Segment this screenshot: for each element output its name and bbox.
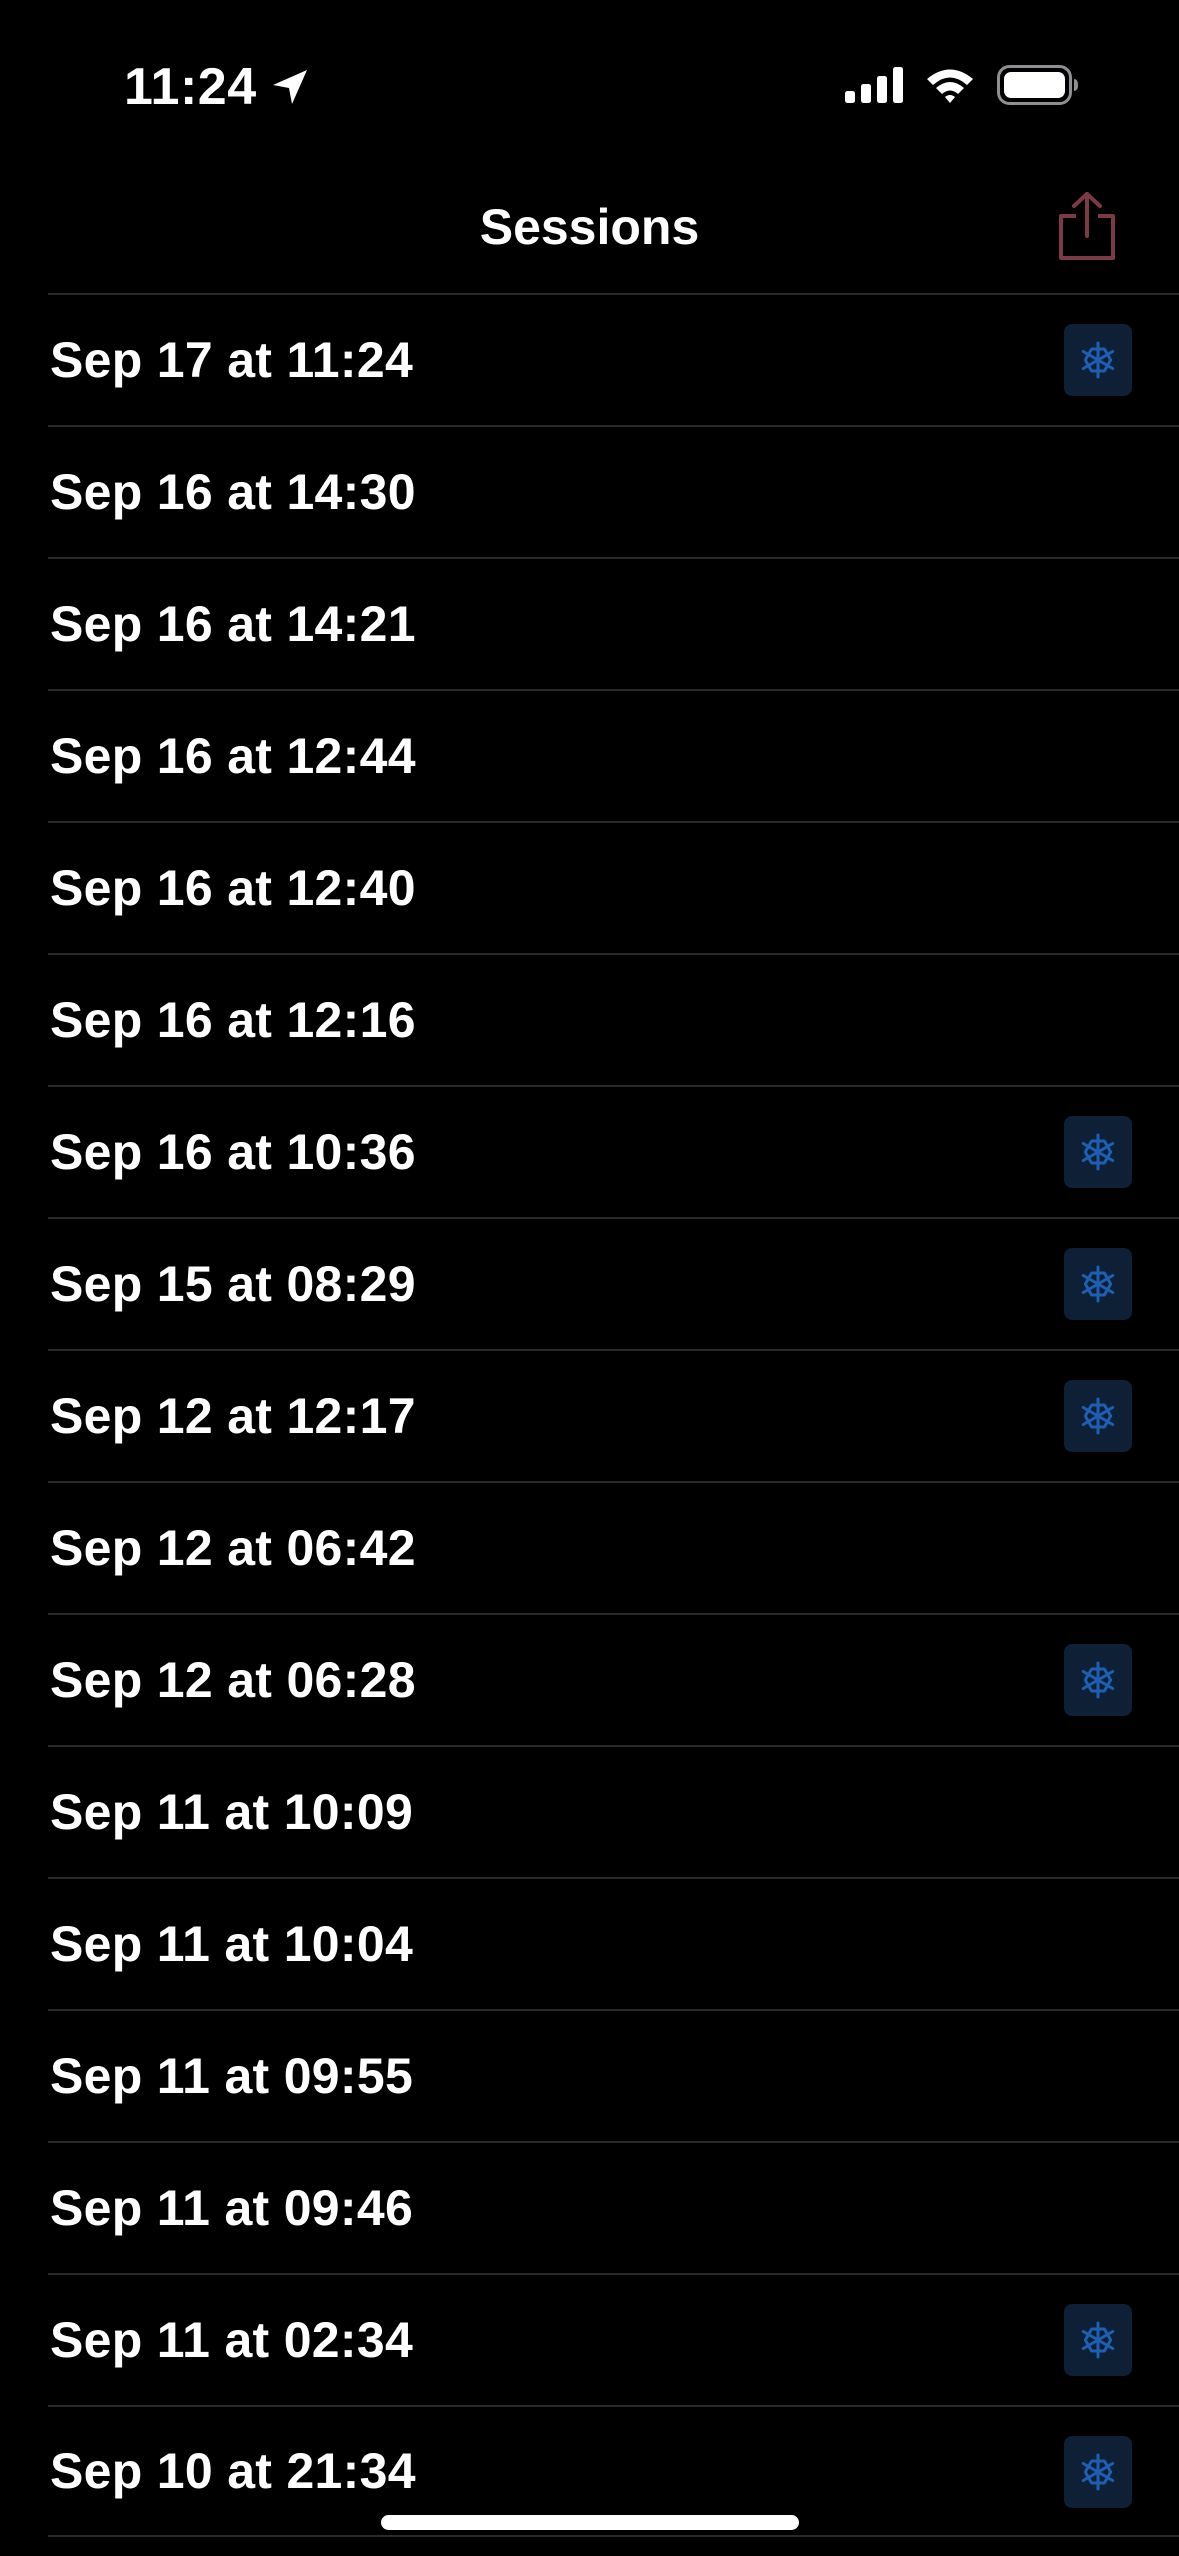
snowflake-icon bbox=[1078, 340, 1118, 380]
session-row[interactable]: Sep 12 at 06:28 bbox=[48, 1613, 1179, 1745]
session-date-label: Sep 15 at 08:29 bbox=[50, 1256, 416, 1312]
session-date-label: Sep 16 at 12:40 bbox=[50, 860, 416, 916]
home-indicator[interactable] bbox=[381, 2515, 799, 2530]
session-row[interactable]: Sep 16 at 10:36 bbox=[48, 1085, 1179, 1217]
battery-icon bbox=[997, 64, 1079, 110]
frozen-badge bbox=[1064, 2304, 1132, 2376]
navigation-bar: Sessions bbox=[0, 170, 1179, 294]
status-time: 11:24 bbox=[124, 58, 257, 116]
session-row[interactable]: Sep 11 at 02:34 bbox=[48, 2273, 1179, 2405]
session-row[interactable]: Sep 11 at 10:09 bbox=[48, 1745, 1179, 1877]
session-date-label: Sep 16 at 14:21 bbox=[50, 596, 416, 652]
session-date-label: Sep 16 at 12:16 bbox=[50, 992, 416, 1048]
page-title: Sessions bbox=[479, 199, 700, 255]
session-date-label: Sep 11 at 02:34 bbox=[50, 2312, 414, 2368]
session-row[interactable]: Sep 16 at 14:30 bbox=[48, 425, 1179, 557]
session-row[interactable]: Sep 17 at 11:24 bbox=[48, 293, 1179, 425]
frozen-badge bbox=[1064, 324, 1132, 396]
session-date-label: Sep 16 at 12:44 bbox=[50, 728, 416, 784]
session-date-label: Sep 16 at 10:36 bbox=[50, 1124, 416, 1180]
session-date-label: Sep 11 at 10:04 bbox=[50, 1916, 414, 1972]
snowflake-icon bbox=[1078, 1264, 1118, 1304]
snowflake-icon bbox=[1078, 2452, 1118, 2492]
session-date-label: Sep 11 at 10:09 bbox=[50, 1784, 414, 1840]
cellular-signal-icon bbox=[845, 66, 903, 108]
session-date-label: Sep 11 at 09:46 bbox=[50, 2180, 414, 2236]
share-icon bbox=[1056, 190, 1118, 267]
session-row[interactable]: Sep 11 at 09:46 bbox=[48, 2141, 1179, 2273]
status-indicators bbox=[845, 62, 1079, 112]
wifi-icon bbox=[925, 66, 975, 109]
session-row[interactable]: Sep 15 at 08:29 bbox=[48, 1217, 1179, 1349]
session-date-label: Sep 12 at 06:42 bbox=[50, 1520, 416, 1576]
snowflake-icon bbox=[1078, 1396, 1118, 1436]
frozen-badge bbox=[1064, 1644, 1132, 1716]
session-row[interactable]: Sep 16 at 14:21 bbox=[48, 557, 1179, 689]
session-date-label: Sep 12 at 12:17 bbox=[50, 1388, 416, 1444]
location-arrow-icon bbox=[269, 66, 311, 108]
session-list: Sep 17 at 11:24 Sep 16 at 14:30 Sep 16 a… bbox=[48, 293, 1179, 2537]
session-row[interactable]: Sep 12 at 06:42 bbox=[48, 1481, 1179, 1613]
frozen-badge bbox=[1064, 1116, 1132, 1188]
session-date-label: Sep 10 at 21:34 bbox=[50, 2443, 416, 2499]
snowflake-icon bbox=[1078, 2320, 1118, 2360]
session-date-label: Sep 17 at 11:24 bbox=[50, 332, 414, 388]
session-date-label: Sep 12 at 06:28 bbox=[50, 1652, 416, 1708]
frozen-badge bbox=[1064, 2436, 1132, 2508]
session-row[interactable]: Sep 16 at 12:40 bbox=[48, 821, 1179, 953]
session-date-label: Sep 11 at 09:55 bbox=[50, 2048, 414, 2104]
share-button[interactable] bbox=[1047, 188, 1127, 268]
snowflake-icon bbox=[1078, 1660, 1118, 1700]
session-date-label: Sep 16 at 14:30 bbox=[50, 464, 416, 520]
session-row[interactable]: Sep 16 at 12:44 bbox=[48, 689, 1179, 821]
session-row[interactable]: Sep 16 at 12:16 bbox=[48, 953, 1179, 1085]
status-time-group: 11:24 bbox=[124, 52, 311, 122]
frozen-badge bbox=[1064, 1380, 1132, 1452]
session-row[interactable]: Sep 11 at 10:04 bbox=[48, 1877, 1179, 2009]
session-row[interactable]: Sep 11 at 09:55 bbox=[48, 2009, 1179, 2141]
frozen-badge bbox=[1064, 1248, 1132, 1320]
session-row[interactable]: Sep 12 at 12:17 bbox=[48, 1349, 1179, 1481]
status-bar: 11:24 bbox=[0, 0, 1179, 170]
snowflake-icon bbox=[1078, 1132, 1118, 1172]
